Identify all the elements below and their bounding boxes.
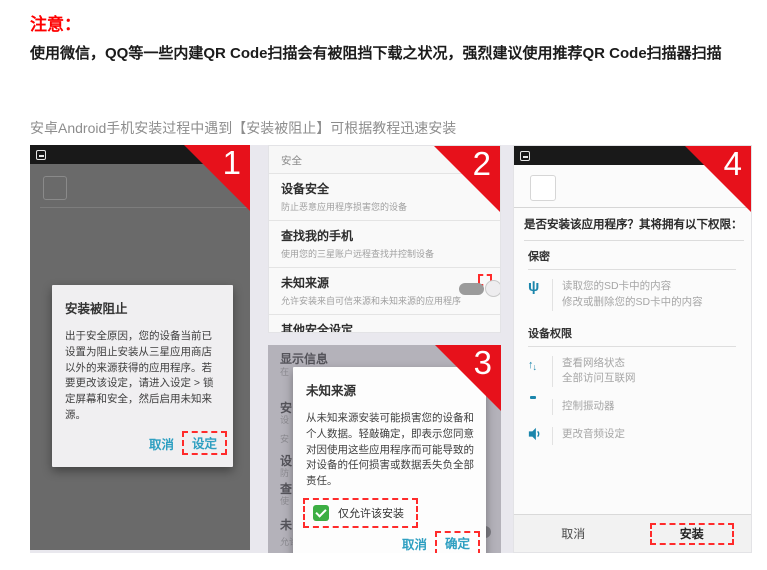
permission-line: 修改或删除您的SD卡中的内容 [562,295,703,311]
page-subtitle: 安卓Android手机安装过程中遇到【安装被阻止】可根据教程迅速安装 [30,118,746,138]
screenshot-step-3: 显示信息 在 安 设 安 设 防 查 使 未 允许安装来自可信来源和未知来源的应… [268,345,501,553]
speaker-icon [528,427,552,446]
item-subtitle: 允许安装来自可信来源和未知来源的应用程序 [281,294,488,307]
network-arrows-icon: ↑↓ [528,356,552,388]
permission-text: 读取您的SD卡中的内容 修改或删除您的SD卡中的内容 [552,279,703,311]
list-item-find-my-phone[interactable]: 查找我的手机 使用您的三星账户远程查找并控制设备 [269,220,500,267]
list-item-other-security[interactable]: 其他安全设定 更改安全更新和证书存储等其他安全设定 [269,314,500,333]
dialog-body: 出于安全原因，您的设备当前已设置为阻止安装从三星应用商店以外的来源获得的应用程序… [52,317,233,428]
permission-line: 读取您的SD卡中的内容 [562,279,703,295]
permission-text: 更改音频设定 [552,427,625,446]
bg-text: 未 [280,516,292,533]
permission-line: 控制振动器 [562,399,615,415]
toggle-track [459,283,484,295]
permissions-list: 保密 ψ 读取您的SD卡中的内容 修改或删除您的SD卡中的内容 设备权限 ↑↓ … [528,242,736,445]
install-action-bar: 取消 安装 [514,514,751,552]
step-number: 2 [473,145,491,184]
vibration-icon [528,399,552,415]
cancel-cell: 取消 [514,519,633,548]
highlight-box [478,274,492,286]
permission-section-privacy: 保密 [528,248,736,270]
cancel-button[interactable]: 取消 [141,430,182,457]
permission-row: 更改音频设定 [528,427,736,446]
permission-text: 查看网络状态 全部访问互联网 [552,356,636,388]
permission-text: 控制振动器 [552,399,615,415]
bg-text: 使 [280,494,289,507]
dialog-buttons: 取消 确定 [293,528,486,553]
item-title: 未知来源 [281,274,488,291]
bg-text: 设 [280,413,289,426]
step-number: 3 [474,345,492,383]
dialog-buttons: 取消 设定 [52,428,233,461]
bg-text: 安 [280,432,289,445]
item-title: 查找我的手机 [281,227,488,244]
allow-once-checkbox[interactable] [313,505,329,521]
highlight-box: 安装 [650,523,734,545]
item-subtitle: 使用您的三星账户远程查找并控制设备 [281,247,488,260]
dialog-body: 从未知来源安装可能损害您的设备和个人数据。轻敲确定，即表示您同意对因使用这些应用… [293,399,486,494]
dialog-title: 安装被阻止 [52,285,233,317]
bg-text: 在 [280,365,289,378]
screenshot-step-1: 1 4G 7 安装被阻止 出于安全原因，您的设备当前已设置为阻止安装从三星应用商… [30,145,250,550]
checkbox-label: 仅允许该安装 [338,505,404,521]
app-icon-placeholder [43,176,67,200]
permission-line: 更改音频设定 [562,427,625,443]
item-title: 其他安全设定 [281,321,488,333]
cancel-button[interactable]: 取消 [394,530,435,553]
settings-button[interactable]: 设定 [184,433,225,455]
install-question-title: 是否安装该应用程序？其将拥有以下权限： [524,216,744,241]
usb-icon: ψ [528,279,552,311]
app-icon-placeholder [530,175,556,201]
notice-title: 注意： [30,10,81,35]
permission-line: 查看网络状态 [562,356,636,372]
highlight-box: 设定 [182,431,227,455]
install-blocked-dialog: 安装被阻止 出于安全原因，您的设备当前已设置为阻止安装从三星应用商店以外的来源获… [52,285,233,467]
tutorial-page: 注意： 使用微信，QQ等一些内建QR Code扫描会有被阻挡下载之状况，强烈建议… [0,0,767,570]
screenshot-icon [36,150,46,160]
permission-row: ψ 读取您的SD卡中的内容 修改或删除您的SD卡中的内容 [528,279,736,311]
screenshot-step-2: 安全 设备安全 防止恶意应用程序损害您的设备 查找我的手机 使用您的三星账户远程… [268,145,501,333]
cancel-button[interactable]: 取消 [543,519,603,548]
list-item-unknown-sources[interactable]: 未知来源 允许安装来自可信来源和未知来源的应用程序 [269,267,500,314]
install-cell: 安装 [633,523,752,545]
step-number: 1 [223,145,241,183]
highlight-box: 仅允许该安装 [303,498,418,528]
step-number: 4 [724,145,742,184]
permission-section-device: 设备权限 [528,325,736,347]
notice-body: 使用微信，QQ等一些内建QR Code扫描会有被阻挡下载之状况，强烈建议使用推荐… [30,42,746,67]
bg-text: 防 [280,466,289,479]
install-button[interactable]: 安装 [652,523,732,545]
screenshot-step-4: 1 4G 7 是否安装该应用程序？其将拥有以下权限： 保密 ψ 读取您的SD卡中… [513,145,752,553]
toggle-knob [485,280,501,297]
permission-row: ↑↓ 查看网络状态 全部访问互联网 [528,356,736,388]
highlight-box: 确定 [435,531,480,553]
confirm-button[interactable]: 确定 [437,533,478,553]
permission-line: 全部访问互联网 [562,371,636,387]
screenshot-icon [520,151,530,161]
permission-row: 控制振动器 [528,399,736,415]
